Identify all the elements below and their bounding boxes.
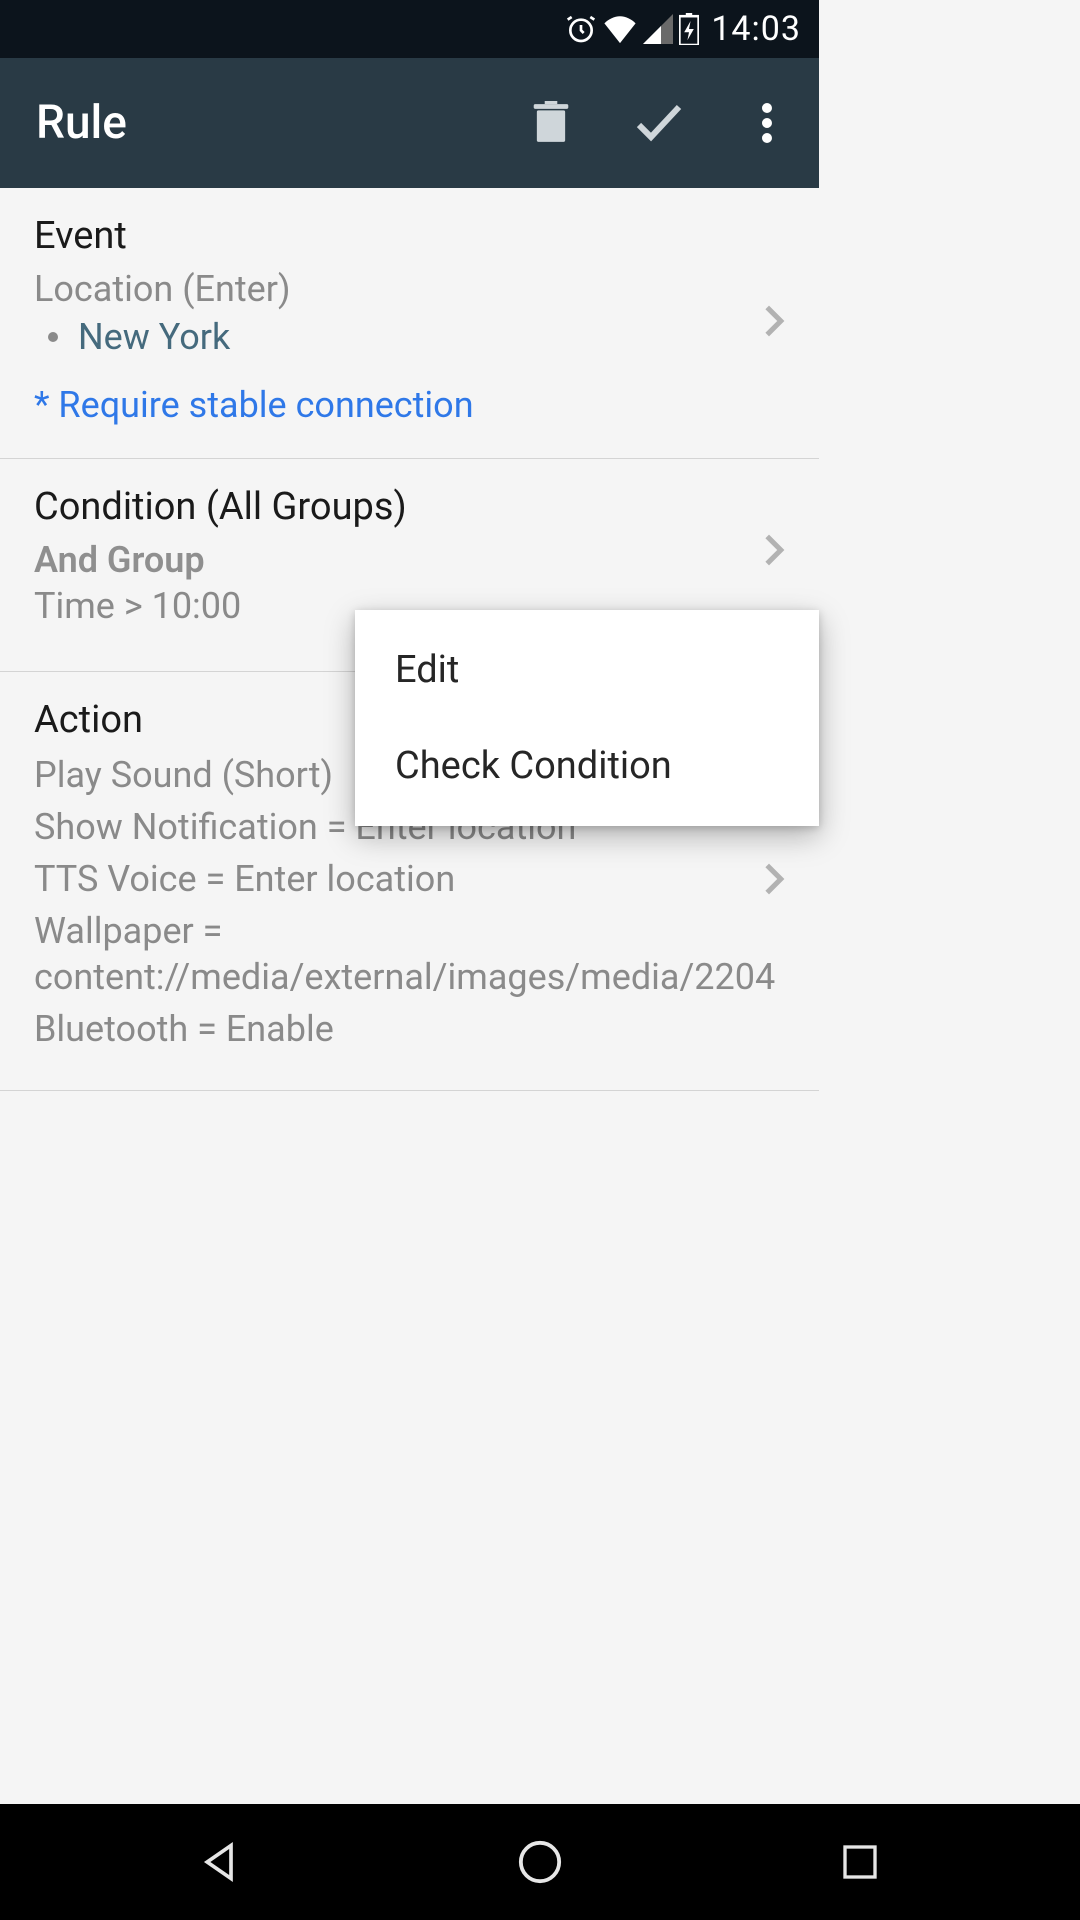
event-footnote: * Require stable connection <box>34 384 785 426</box>
action-line-2: TTS Voice = Enter location <box>34 856 785 902</box>
chevron-right-icon <box>763 304 785 342</box>
app-bar: Rule <box>0 58 819 188</box>
condition-title: Condition (All Groups) <box>34 485 785 529</box>
delete-button[interactable] <box>525 97 577 149</box>
context-menu: Edit Check Condition <box>355 610 819 826</box>
battery-charging-icon <box>679 13 699 45</box>
triangle-back-icon <box>198 1840 242 1884</box>
event-title: Event <box>34 214 785 258</box>
check-icon <box>635 103 683 143</box>
circle-home-icon <box>517 1839 563 1885</box>
dots-vertical-icon <box>761 103 773 143</box>
event-section[interactable]: Event Location (Enter) New York * Requir… <box>0 188 819 459</box>
square-recent-icon <box>840 1842 880 1882</box>
nav-recent-button[interactable] <box>830 1832 890 1892</box>
cell-signal-icon <box>643 14 673 44</box>
status-icons <box>565 13 699 45</box>
chevron-right-icon <box>763 533 785 571</box>
condition-group-label: And Group <box>34 539 785 581</box>
menu-edit[interactable]: Edit <box>355 622 819 718</box>
action-line-4: Bluetooth = Enable <box>34 1006 785 1052</box>
confirm-button[interactable] <box>633 97 685 149</box>
status-bar: 14:03 <box>0 0 819 58</box>
event-subtitle: Location (Enter) <box>34 268 785 310</box>
action-line-3: Wallpaper = content://media/external/ima… <box>34 908 664 1000</box>
status-time: 14:03 <box>711 9 801 49</box>
trash-icon <box>532 101 570 145</box>
overflow-menu-button[interactable] <box>741 97 793 149</box>
navigation-bar <box>0 1804 1080 1920</box>
nav-home-button[interactable] <box>510 1832 570 1892</box>
wifi-icon <box>603 14 637 44</box>
bullet-icon <box>48 332 58 342</box>
alarm-icon <box>565 13 597 45</box>
event-location-row: New York <box>48 316 785 358</box>
menu-check-condition[interactable]: Check Condition <box>355 718 819 814</box>
page-title: Rule <box>36 96 525 150</box>
app-bar-actions <box>525 97 793 149</box>
chevron-right-icon <box>763 862 785 900</box>
event-location-value: New York <box>78 316 230 358</box>
nav-back-button[interactable] <box>190 1832 250 1892</box>
